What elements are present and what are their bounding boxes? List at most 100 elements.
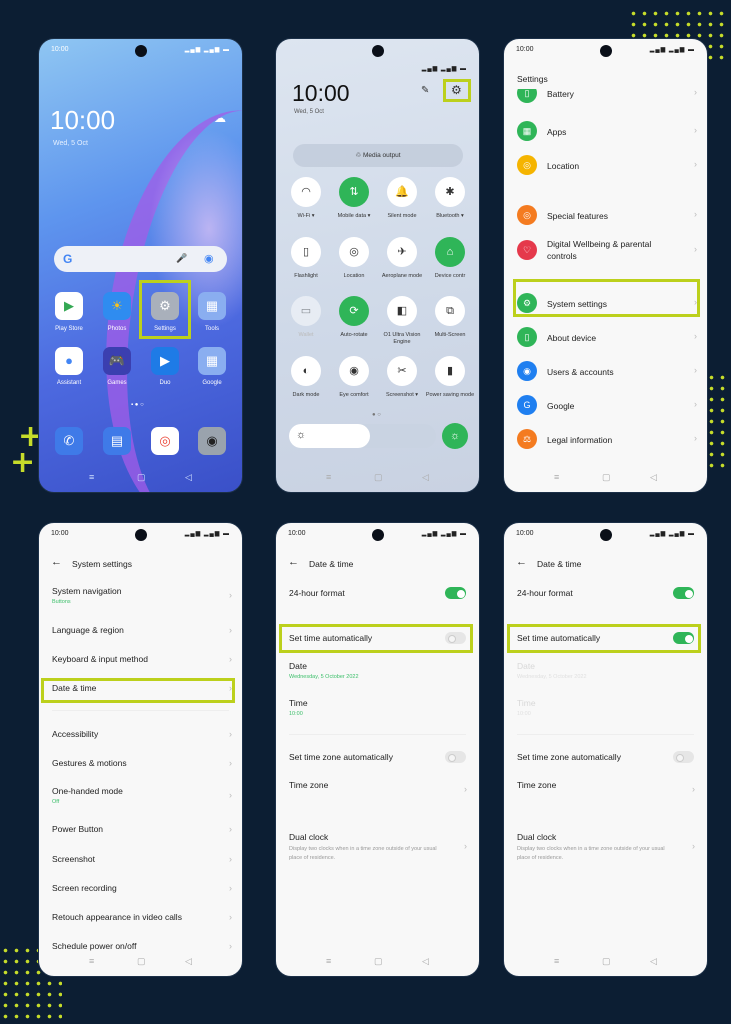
dual-clock-label[interactable]: Dual clock [289,832,328,842]
dock-camera-icon[interactable]: ◉ [198,427,226,455]
back-nav-icon[interactable]: ◁ [422,956,429,967]
format-24h-toggle[interactable] [445,587,466,599]
brightness-slider[interactable]: ☼ [289,424,436,448]
system-item-keyboard-input-method[interactable]: Keyboard & input method › [39,654,242,676]
back-arrow-icon[interactable]: ← [51,556,62,568]
system-item-screenshot[interactable]: Screenshot › [39,854,242,876]
settings-item-icon: ◎ [517,155,537,175]
dock-phone-icon[interactable]: ✆ [55,427,83,455]
set-tz-auto-toggle[interactable] [673,751,694,763]
back-nav-icon[interactable]: ◁ [185,956,192,967]
dual-clock-label[interactable]: Dual clock [517,832,556,842]
system-item-screen-recording[interactable]: Screen recording › [39,883,242,905]
time-zone-label[interactable]: Time zone [517,780,556,790]
tile-device-contr-icon[interactable]: ⌂ [435,237,465,267]
tile-flashlight-icon[interactable]: ▯ [291,237,321,267]
app-tools-folder-icon[interactable]: ▦ [198,292,226,320]
home-nav-icon[interactable]: ▢ [137,956,146,967]
app-duo-icon[interactable]: ▶ [151,347,179,375]
settings-item-apps[interactable]: ▦ Apps › [504,119,707,143]
menu-nav-icon[interactable]: ≡ [326,956,331,966]
time-label[interactable]: Time [289,698,308,708]
tile-o1-ultra-vision-engine-icon[interactable]: ◧ [387,296,417,326]
time-value: 10:00 [289,711,303,717]
page-title: Settings [517,74,548,84]
settings-item-location[interactable]: ◎ Location › [504,153,707,177]
settings-item-digital-wellbeing-parental-controls[interactable]: ♡ Digital Wellbeing & parental controls › [504,238,707,262]
tile-power-saving-mode-icon[interactable]: ▮ [435,356,465,386]
system-item-system-navigation[interactable]: System navigation Buttons › [39,586,242,608]
home-nav-icon[interactable]: ▢ [602,472,611,483]
home-nav-icon[interactable]: ▢ [602,956,611,967]
tile-eye-comfort-icon[interactable]: ◉ [339,356,369,386]
tile-screenshot-icon[interactable]: ✂ [387,356,417,386]
menu-nav-icon[interactable]: ≡ [554,956,559,966]
tile-mobile-data-icon[interactable]: ⇅ [339,177,369,207]
status-icons: ▂▄▆ ▂▄▆ ▬ [421,66,467,72]
date-label[interactable]: Date [289,661,307,671]
settings-item-special-features[interactable]: ◎ Special features › [504,203,707,227]
settings-item-google[interactable]: G Google › [504,393,707,417]
auto-brightness-button[interactable]: ☼ [442,423,468,449]
tile-dark-mode-icon[interactable]: ◐ [291,356,321,386]
menu-nav-icon[interactable]: ≡ [89,472,94,482]
settings-item-users-accounts[interactable]: ◉ Users & accounts › [504,359,707,383]
media-output-button[interactable]: ♲ Media output [293,144,463,167]
settings-item-icon: ▦ [517,121,537,141]
tile-multi-screen-icon[interactable]: ⧉ [435,296,465,326]
tile-aeroplane-mode-icon[interactable]: ✈ [387,237,417,267]
home-nav-icon[interactable]: ▢ [374,472,383,483]
set-tz-auto-toggle[interactable] [445,751,466,763]
home-nav-icon[interactable]: ▢ [374,956,383,967]
settings-item-label: Apps [547,127,567,137]
menu-nav-icon[interactable]: ≡ [554,472,559,482]
app-assistant-icon[interactable]: ● [55,347,83,375]
google-search-bar[interactable]: G 🎤 ◉ [54,246,227,272]
tile-location-icon[interactable]: ◎ [339,237,369,267]
chevron-right-icon: › [229,729,232,739]
format-24h-toggle[interactable] [673,587,694,599]
settings-item-battery[interactable]: ▯ Battery › [504,89,707,105]
back-nav-icon[interactable]: ◁ [650,956,657,967]
tile-silent-mode-icon[interactable]: 🔔 [387,177,417,207]
dock-messages-icon[interactable]: ▤ [103,427,131,455]
chevron-right-icon: › [694,399,697,409]
app-games-icon[interactable]: 🎮 [103,347,131,375]
time-label: Time [517,698,536,708]
settings-item-about-device[interactable]: ▯ About device › [504,325,707,349]
system-item-language-region[interactable]: Language & region › [39,625,242,647]
system-item-accessibility[interactable]: Accessibility › [39,729,242,751]
time-zone-label[interactable]: Time zone [289,780,328,790]
system-item-retouch-appearance-in-video-calls[interactable]: Retouch appearance in video calls › [39,912,242,934]
chevron-right-icon: › [694,125,697,135]
app-photos-icon[interactable]: ☀ [103,292,131,320]
back-arrow-icon[interactable]: ← [516,556,527,568]
tile-auto-rotate-icon[interactable]: ⟳ [339,296,369,326]
settings-item-legal-information[interactable]: ⚖ Legal information › [504,427,707,451]
menu-nav-icon[interactable]: ≡ [326,472,331,482]
app-play-store-icon[interactable]: ▶ [55,292,83,320]
brightness-icon: ☼ [296,429,307,441]
lens-icon[interactable]: ◉ [204,252,214,265]
system-item-power-button[interactable]: Power Button › [39,824,242,846]
tile-wi-fi-icon[interactable]: ◠ [291,177,321,207]
highlight-date-time [41,678,235,703]
edit-icon[interactable]: ✎ [421,85,429,96]
tile-label: Location [343,273,365,279]
system-item-gestures-motions[interactable]: Gestures & motions › [39,758,242,780]
mic-icon[interactable]: 🎤 [176,253,187,264]
tile-wallet-icon[interactable]: ▭ [291,296,321,326]
system-item-one-handed-mode[interactable]: One-handed mode Off › [39,786,242,808]
app-google-folder-icon[interactable]: ▦ [198,347,226,375]
chevron-right-icon: › [229,790,232,800]
back-nav-icon[interactable]: ◁ [185,472,192,483]
dock-chrome-icon[interactable]: ◎ [151,427,179,455]
menu-nav-icon[interactable]: ≡ [89,956,94,966]
home-nav-icon[interactable]: ▢ [137,472,146,483]
back-nav-icon[interactable]: ◁ [650,472,657,483]
tile-bluetooth-icon[interactable]: ✱ [435,177,465,207]
back-arrow-icon[interactable]: ← [288,556,299,568]
settings-item-icon: ▯ [517,327,537,347]
chevron-right-icon: › [464,784,467,794]
back-nav-icon[interactable]: ◁ [422,472,429,483]
